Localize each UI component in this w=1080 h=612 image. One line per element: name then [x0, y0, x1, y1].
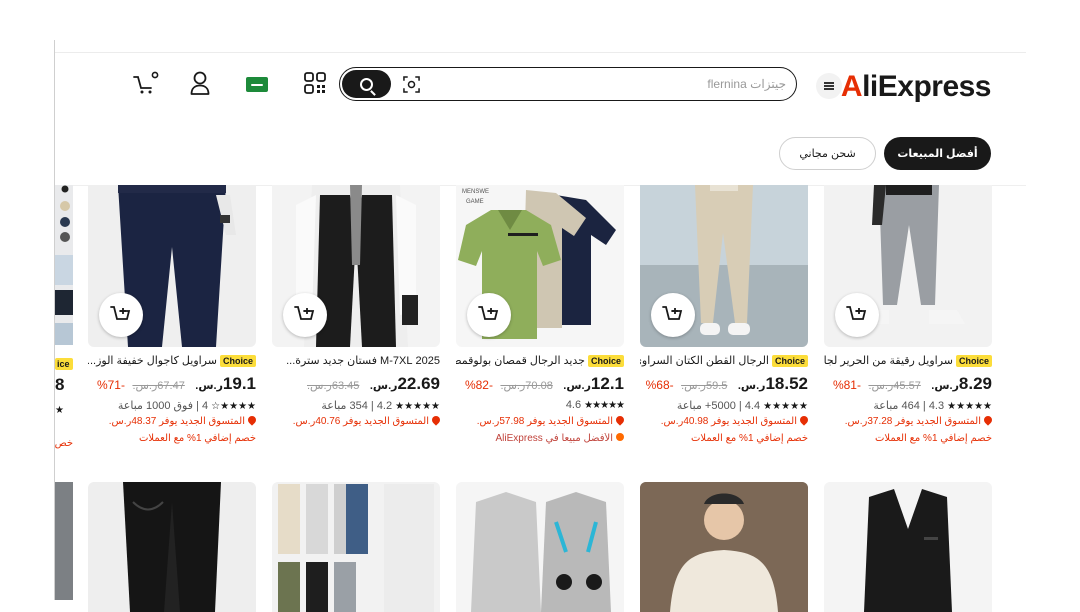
free-shipping-tab[interactable]: شحن مجاني [779, 137, 876, 170]
menu-icon[interactable] [816, 73, 842, 99]
search-input[interactable] [436, 68, 786, 99]
new-shopper-promo: المتسوق الجديد يوفر 40.76ر.س. [272, 416, 440, 430]
new-shopper-promo: المتسوق الجديد يوفر 37.28ر.س. [824, 416, 992, 430]
product-title[interactable]: Choiceالرجال القطن الكتان السراوي... [640, 354, 808, 370]
choice-badge: Choice [587, 355, 624, 367]
site-header: AliExpress [55, 60, 1027, 112]
partial-product-image[interactable] [55, 185, 73, 345]
choice-badge: Choice [771, 355, 808, 367]
partial-stars: ★ [55, 405, 64, 416]
user-icon[interactable] [190, 71, 210, 95]
search-button[interactable] [342, 70, 391, 98]
original-price: 45.57ر.س. [868, 380, 921, 392]
rating-row: ★★★★☆ 4 | فوق 1000 مباعة [117, 400, 257, 412]
rating-row: ★★★★★ 4.4 | 5000+ مباعة [676, 400, 809, 412]
viewport-right-margin [1026, 40, 1080, 600]
price-row: 12.1ر.س. 70.08ر.س. -82% [456, 374, 624, 396]
partial-product-image-row2[interactable] [55, 482, 73, 600]
partial-price: 8 [55, 375, 65, 394]
add-to-cart-button[interactable] [651, 293, 695, 337]
choice-badge: Choice [219, 355, 256, 367]
cart-icon[interactable] [133, 71, 159, 95]
price-row: 18.52ر.س. 59.5ر.س. -68% [640, 374, 808, 396]
add-to-cart-button[interactable] [283, 293, 327, 337]
add-to-cart-button[interactable] [467, 293, 511, 337]
add-to-cart-button[interactable] [835, 293, 879, 337]
star-rating-icon: ★★★★★ [947, 401, 993, 412]
original-price: 70.08ر.س. [500, 380, 553, 392]
svg-text:GAME: GAME [466, 199, 484, 205]
product-image-row2[interactable] [824, 482, 992, 612]
new-shopper-promo: المتسوق الجديد يوفر 48.37ر.س. [88, 416, 256, 430]
original-price: 67.47ر.س. [132, 380, 185, 392]
coins-promo: خصم إضافي 1% مع العملات [874, 433, 992, 444]
saudi-flag-icon[interactable] [246, 77, 268, 92]
original-price: 59.5ر.س. [681, 380, 728, 392]
new-shopper-promo: المتسوق الجديد يوفر 57.98ر.س. [456, 416, 624, 430]
product-image-row2[interactable] [88, 482, 256, 612]
price: 12.1ر.س. [563, 374, 624, 393]
original-price: 63.45ر.س. [306, 380, 360, 392]
search-bar [339, 67, 797, 101]
top-divider [55, 52, 1027, 53]
add-to-cart-button[interactable] [99, 293, 143, 337]
tag-icon [982, 416, 992, 426]
coins-promo: خصم إضافي 1% مع العملات [690, 433, 808, 444]
rating-row: ★★★★★ 4.6 [565, 399, 625, 411]
search-icon [360, 77, 373, 91]
logo-text: liExpress [862, 70, 991, 103]
star-rating-icon: ★★★★★ [584, 400, 625, 411]
discount-badge: -68% [645, 378, 674, 392]
discount-badge: -81% [832, 378, 861, 392]
rating-row: ★★★★★ 4.2 | 354 مباعة [321, 400, 441, 412]
discount-badge: -71% [96, 378, 125, 392]
product-title[interactable]: Choiceجديد الرجال قمصان بولوقمص... [456, 354, 624, 370]
discount-badge: -82% [464, 378, 493, 392]
tag-icon [246, 416, 256, 426]
product-title[interactable]: Choiceسراويل رقيقة من الحرير لجا... [824, 354, 992, 370]
tag-icon [430, 416, 440, 426]
image-search-icon[interactable] [403, 76, 420, 93]
price-row: 19.1ر.س. 67.47ر.س. -71% [88, 374, 256, 396]
star-rating-icon: ★★★★★ [395, 401, 441, 412]
choice-badge: Choice [955, 355, 992, 367]
svg-text:MENSWE: MENSWE [462, 189, 489, 195]
rating-row: ★★★★★ 4.3 | 464 مباعة [873, 400, 993, 412]
new-shopper-promo: المتسوق الجديد يوفر 40.98ر.س. [640, 416, 808, 430]
partial-choice-badge: ice [55, 354, 73, 370]
best-seller-label: الأفضل مبيعاً في AliExpress [456, 433, 624, 447]
product-image-row2[interactable] [640, 482, 808, 612]
tag-icon [614, 416, 624, 426]
price: 8.29ر.س. [931, 374, 992, 393]
price: 18.52ر.س. [737, 374, 808, 393]
partial-promo: خص [55, 438, 73, 449]
product-title[interactable]: 2025 M-7XL فستان جديد سترة... [272, 354, 440, 370]
aliexpress-logo[interactable]: AliExpress [841, 70, 992, 104]
price: 22.69ر.س. [369, 374, 440, 393]
product-title[interactable]: Choiceسراويل كاجوال خفيفة الوز... [88, 354, 256, 370]
best-sellers-tab[interactable]: أفضل المبيعات [884, 137, 991, 170]
tag-icon [798, 416, 808, 426]
product-image-row2[interactable] [456, 482, 624, 612]
star-rating-icon: ★★★★☆ [211, 401, 257, 412]
price-row: 22.69ر.س. 63.45ر.س. [272, 374, 440, 396]
price: 19.1ر.س. [195, 374, 256, 393]
product-image-row2[interactable] [272, 482, 440, 612]
price-row: 8.29ر.س. 45.57ر.س. -81% [824, 374, 992, 396]
fire-icon [616, 433, 624, 441]
star-rating-icon: ★★★★★ [763, 401, 809, 412]
qr-code-icon[interactable] [304, 72, 326, 94]
coins-promo: خصم إضافي 1% مع العملات [138, 433, 256, 444]
